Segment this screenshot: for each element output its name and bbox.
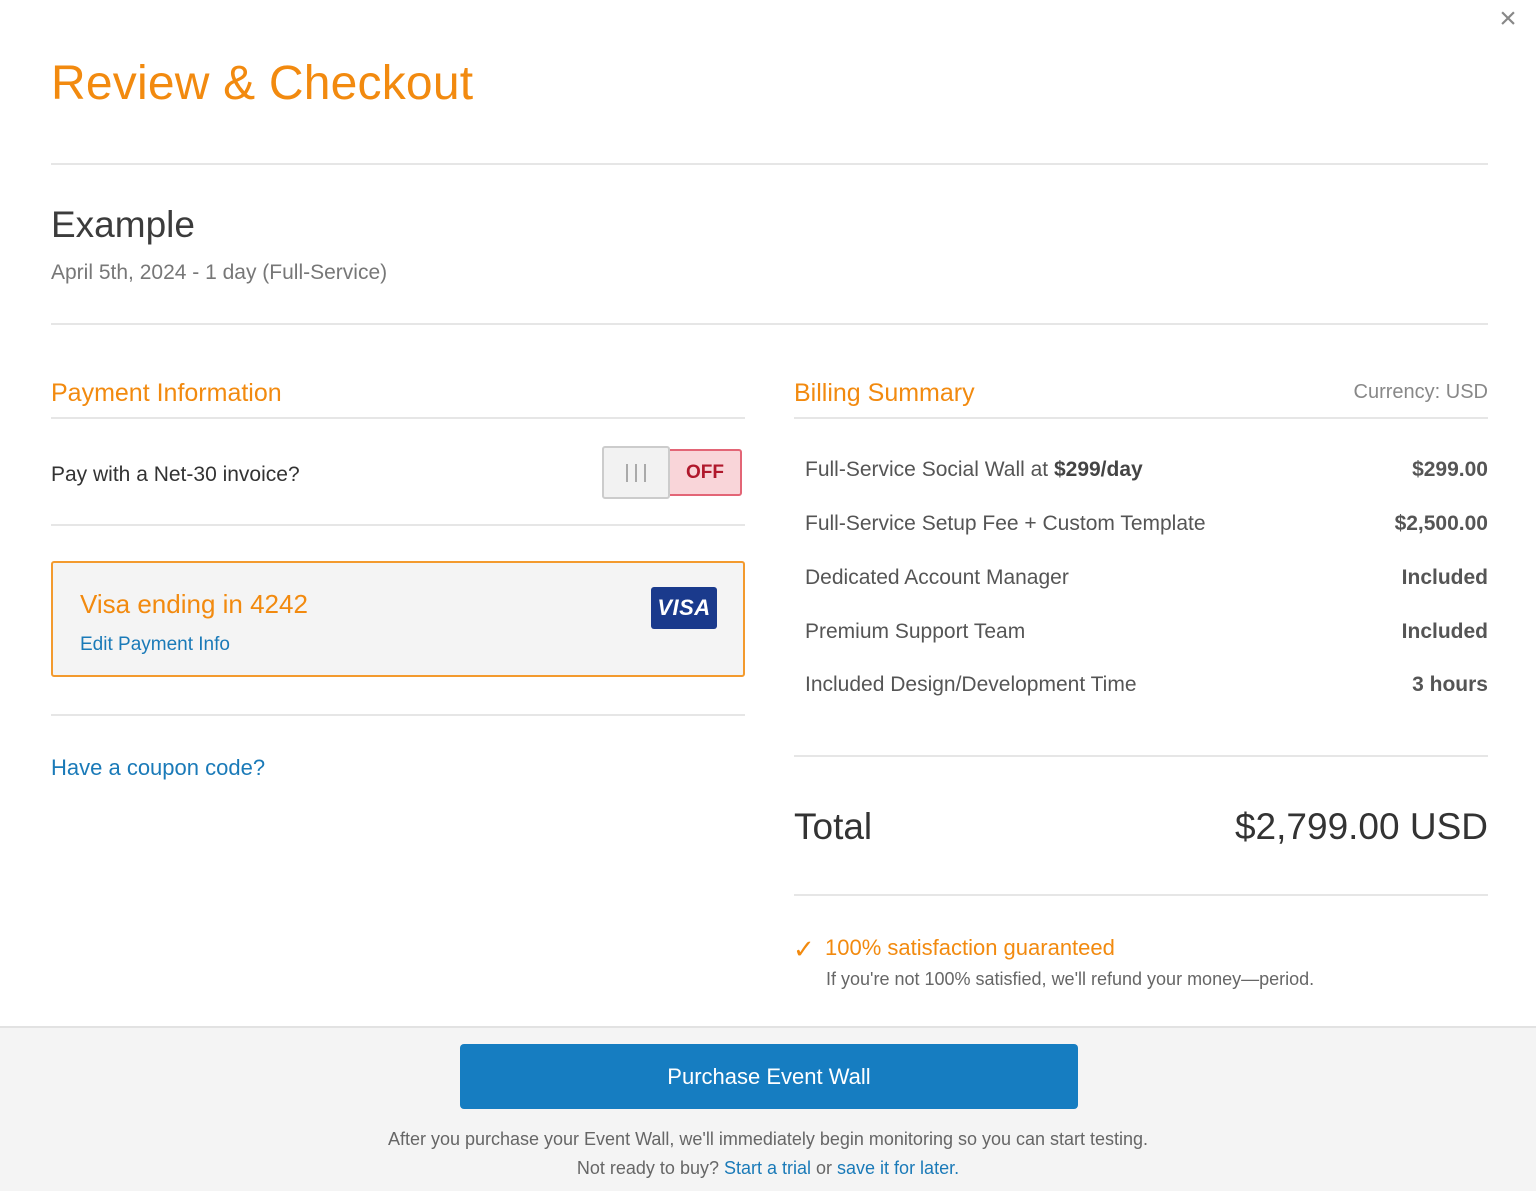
- divider: [51, 714, 745, 716]
- close-icon[interactable]: ×: [1493, 4, 1523, 34]
- page-title: Review & Checkout: [51, 57, 474, 110]
- billing-item-label: Included Design/Development Time: [805, 673, 1137, 696]
- billing-item-amount: $2,500.00: [1394, 512, 1488, 535]
- divider: [794, 755, 1488, 757]
- purchase-button[interactable]: Purchase Event Wall: [460, 1044, 1078, 1109]
- save-for-later-link[interactable]: save it for later.: [837, 1158, 959, 1178]
- toggle-handle[interactable]: [602, 446, 670, 499]
- footer-note: After you purchase your Event Wall, we'l…: [380, 1125, 1156, 1183]
- event-meta: April 5th, 2024 - 1 day (Full-Service): [51, 261, 388, 284]
- start-trial-link[interactable]: Start a trial: [724, 1158, 811, 1178]
- divider: [51, 323, 1488, 325]
- billing-item-amount: Included: [1401, 566, 1488, 589]
- divider: [794, 894, 1488, 896]
- total-label: Total: [794, 806, 873, 847]
- billing-row: Dedicated Account Manager Included: [805, 566, 1488, 596]
- checkout-modal: × Review & Checkout Example April 5th, 2…: [0, 0, 1536, 1191]
- payment-section-title: Payment Information: [51, 379, 282, 407]
- divider: [51, 163, 1488, 165]
- billing-row: Full-Service Setup Fee + Custom Template…: [805, 512, 1488, 542]
- currency-label: Currency: USD: [1353, 381, 1488, 403]
- guarantee-title: 100% satisfaction guaranteed: [825, 935, 1115, 960]
- billing-item-label: Full-Service Social Wall at $299/day: [805, 458, 1143, 481]
- billing-row: Included Design/Development Time 3 hours: [805, 673, 1488, 703]
- checkout-footer: Purchase Event Wall After you purchase y…: [0, 1026, 1536, 1191]
- footer-note-text: or: [811, 1158, 838, 1178]
- billing-section-title: Billing Summary: [794, 379, 975, 407]
- card-label: Visa ending in 4242: [80, 589, 308, 619]
- billing-item-amount: 3 hours: [1412, 673, 1488, 696]
- guarantee-text: If you're not 100% satisfied, we'll refu…: [826, 969, 1315, 989]
- divider: [51, 417, 745, 419]
- edit-payment-link[interactable]: Edit Payment Info: [80, 634, 230, 656]
- event-name: Example: [51, 204, 195, 245]
- billing-item-label: Full-Service Setup Fee + Custom Template: [805, 512, 1206, 535]
- billing-item-label: Premium Support Team: [805, 620, 1026, 643]
- invoice-question: Pay with a Net-30 invoice?: [51, 463, 300, 486]
- divider: [794, 417, 1488, 419]
- toggle-state-label: OFF: [668, 449, 742, 496]
- payment-card: Visa ending in 4242 Edit Payment Info VI…: [51, 561, 745, 677]
- billing-item-label: Dedicated Account Manager: [805, 566, 1069, 589]
- billing-row: Premium Support Team Included: [805, 620, 1488, 650]
- billing-item-amount: Included: [1401, 620, 1488, 643]
- coupon-code-link[interactable]: Have a coupon code?: [51, 755, 265, 781]
- total-amount: $2,799.00 USD: [1234, 806, 1488, 847]
- checkmark-icon: ✓: [793, 934, 815, 964]
- billing-item-amount: $299.00: [1412, 458, 1488, 481]
- visa-logo-icon: VISA: [651, 587, 717, 629]
- billing-row: Full-Service Social Wall at $299/day $29…: [805, 458, 1488, 488]
- divider: [51, 524, 745, 526]
- net30-invoice-toggle[interactable]: OFF: [602, 446, 744, 499]
